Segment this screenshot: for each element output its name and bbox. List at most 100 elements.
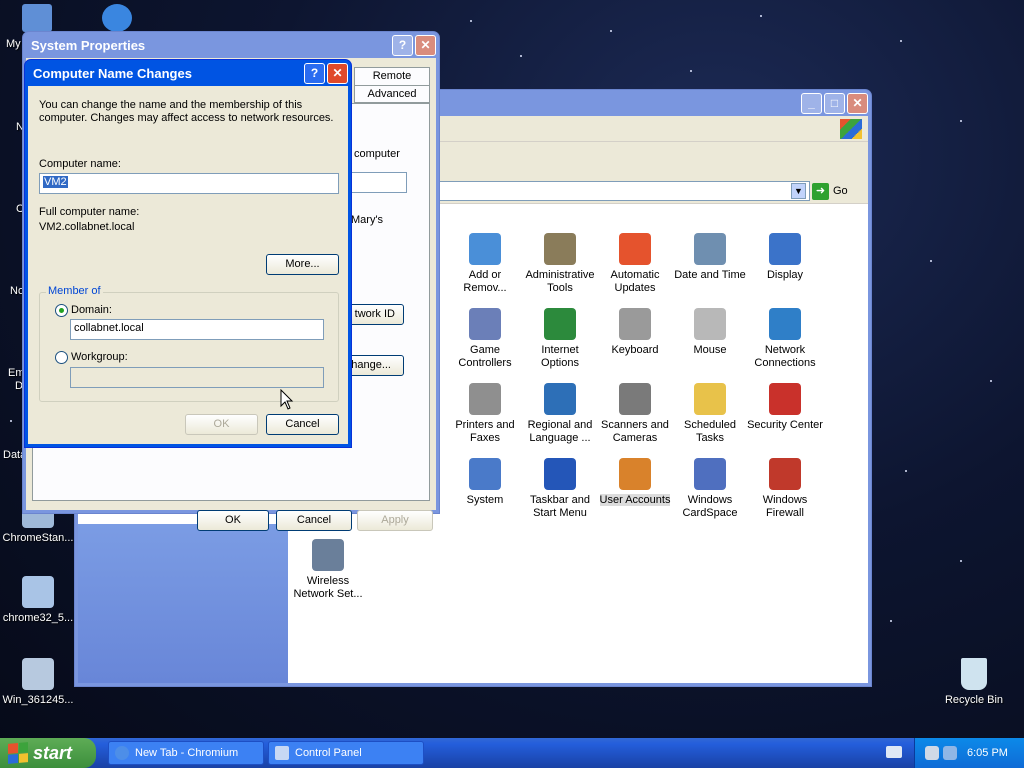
control-panel-item[interactable]: Scheduled Tasks	[672, 383, 748, 445]
control-panel-item-label: Date and Time	[674, 269, 746, 281]
control-panel-item[interactable]: Keyboard	[597, 308, 673, 357]
computer-name-label: Computer name:	[39, 158, 121, 170]
control-panel-item-label: Scanners and Cameras	[601, 419, 669, 444]
users-icon	[619, 458, 651, 490]
computer-icon	[469, 458, 501, 490]
tab-advanced[interactable]: Advanced	[354, 85, 430, 103]
control-panel-item[interactable]: User Accounts	[597, 458, 673, 507]
regional-globe-icon	[544, 383, 576, 415]
keyboard-tray-icon[interactable]	[886, 746, 902, 758]
control-panel-item-label: Security Center	[747, 419, 823, 431]
control-panel-icon	[275, 746, 289, 760]
control-panel-item[interactable]: Game Controllers	[447, 308, 523, 370]
more-button[interactable]: More...	[266, 254, 339, 275]
go-arrow-icon: ➜	[812, 182, 829, 200]
workgroup-radio[interactable]	[55, 351, 68, 364]
installer-icon	[22, 658, 54, 690]
scheduled-folder-icon	[694, 383, 726, 415]
taskbar-task-control-panel[interactable]: Control Panel	[268, 741, 424, 765]
apply-button[interactable]: Apply	[357, 510, 433, 531]
control-panel-item[interactable]: Taskbar and Start Menu	[522, 458, 598, 520]
chromium-icon[interactable]	[102, 4, 132, 32]
domain-radio[interactable]	[55, 304, 68, 317]
control-panel-item[interactable]: Regional and Language ...	[522, 383, 598, 445]
control-panel-item[interactable]: Date and Time	[672, 233, 748, 282]
firewall-icon	[769, 458, 801, 490]
control-panel-item-label: Scheduled Tasks	[684, 419, 736, 444]
windows-logo-icon	[840, 119, 862, 139]
desktop-icon-chrome32[interactable]: chrome32_5...	[0, 576, 78, 624]
control-panel-item[interactable]: Automatic Updates	[597, 233, 673, 295]
control-panel-item[interactable]: System	[447, 458, 523, 507]
desktop-icon-win361245[interactable]: Win_361245...	[0, 658, 78, 706]
gamepad-icon	[469, 308, 501, 340]
workgroup-label: Workgroup:	[71, 351, 128, 363]
cancel-button[interactable]: Cancel	[276, 510, 352, 531]
start-button[interactable]: start	[0, 738, 96, 768]
add-remove-programs-icon	[469, 233, 501, 265]
go-button[interactable]: ➜ Go	[812, 181, 862, 201]
close-icon[interactable]: ✕	[327, 62, 348, 84]
domain-field[interactable]: collabnet.local	[70, 319, 324, 340]
control-panel-item-label: Display	[766, 269, 804, 281]
domain-label: Domain:	[71, 304, 112, 316]
computer-description-field[interactable]	[347, 172, 407, 193]
cancel-button[interactable]: Cancel	[266, 414, 339, 435]
clock[interactable]: 6:05 PM	[967, 747, 1008, 759]
desktop-icon-label[interactable]: My	[6, 38, 21, 50]
control-panel-item[interactable]: Wireless Network Set...	[290, 539, 366, 601]
computer-name-changes-titlebar[interactable]: Computer Name Changes ? ✕	[28, 60, 348, 86]
control-panel-item-label: Windows CardSpace	[682, 494, 738, 519]
system-tray: 6:05 PM	[914, 738, 1024, 768]
help-icon[interactable]: ?	[304, 62, 325, 84]
control-panel-item[interactable]: Add or Remov...	[447, 233, 523, 295]
ok-button[interactable]: OK	[197, 510, 269, 531]
task-pane	[78, 524, 288, 683]
control-panel-item-label: Regional and Language ...	[527, 419, 593, 444]
control-panel-item[interactable]: Administrative Tools	[522, 233, 598, 295]
control-panel-item[interactable]: Windows CardSpace	[672, 458, 748, 520]
chevron-down-icon[interactable]: ▼	[791, 183, 806, 199]
shield-icon	[769, 383, 801, 415]
control-panel-item-label: User Accounts	[599, 494, 671, 506]
control-panel-item[interactable]: Internet Options	[522, 308, 598, 370]
description-text: Mary's	[351, 214, 384, 226]
chromium-icon	[115, 746, 129, 760]
cardspace-icon	[694, 458, 726, 490]
my-computer-icon[interactable]	[22, 4, 52, 32]
minimize-icon[interactable]: _	[801, 92, 822, 114]
printer-icon	[469, 383, 501, 415]
control-panel-item[interactable]: Scanners and Cameras	[597, 383, 673, 445]
wireless-icon	[312, 539, 344, 571]
control-panel-item[interactable]: Display	[747, 233, 823, 282]
description-text: computer	[354, 148, 400, 160]
tab-remote[interactable]: Remote	[354, 67, 430, 85]
help-icon[interactable]: ?	[392, 34, 413, 56]
close-icon[interactable]: ✕	[847, 92, 868, 114]
system-properties-titlebar[interactable]: System Properties ? ✕	[26, 32, 436, 58]
control-panel-item[interactable]: Network Connections	[747, 308, 823, 370]
control-panel-item-label: Network Connections	[754, 344, 816, 369]
maximize-icon[interactable]: □	[824, 92, 845, 114]
control-panel-item-label: Automatic Updates	[610, 269, 660, 294]
control-panel-item[interactable]: Mouse	[672, 308, 748, 357]
control-panel-item[interactable]: Security Center	[747, 383, 823, 432]
control-panel-item[interactable]: Printers and Faxes	[447, 383, 523, 445]
control-panel-item[interactable]: Windows Firewall	[747, 458, 823, 520]
mouse-cursor-icon	[280, 389, 294, 410]
close-icon[interactable]: ✕	[415, 34, 436, 56]
workgroup-field[interactable]	[70, 367, 324, 388]
mouse-icon	[694, 308, 726, 340]
windows-logo-icon	[8, 742, 28, 764]
ok-button[interactable]: OK	[185, 414, 258, 435]
clock-icon	[694, 233, 726, 265]
tray-app-icon[interactable]	[925, 746, 939, 760]
control-panel-item-label: Administrative Tools	[525, 269, 595, 294]
full-name-value: VM2.collabnet.local	[39, 221, 135, 233]
network-tray-icon[interactable]	[943, 746, 957, 760]
desktop-icon-recycle-bin[interactable]: Recycle Bin	[934, 658, 1014, 706]
control-panel-item-label: Internet Options	[541, 344, 579, 369]
taskbar-task-chromium[interactable]: New Tab - Chromium	[108, 741, 264, 765]
recycle-bin-icon	[961, 658, 987, 690]
computer-name-field[interactable]: VM2	[39, 173, 339, 194]
